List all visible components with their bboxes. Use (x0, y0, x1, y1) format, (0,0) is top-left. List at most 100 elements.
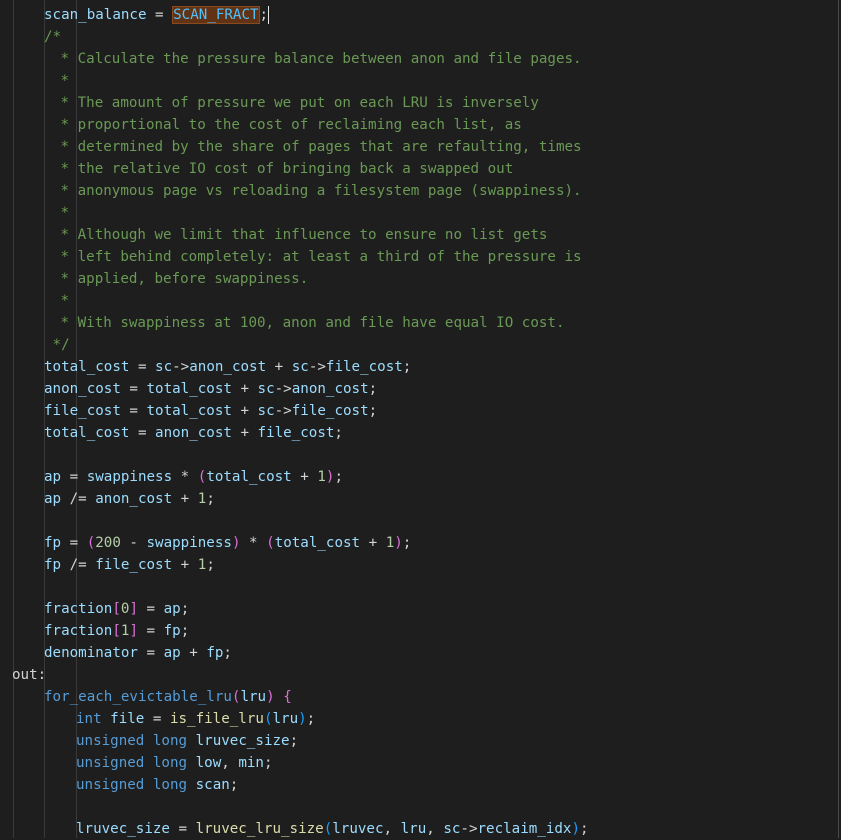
code-token: + (291, 469, 318, 485)
code-token: total_cost (146, 381, 232, 397)
code-token: total_cost (146, 403, 232, 419)
code-token: ; (259, 7, 269, 23)
code-token: + (231, 381, 258, 397)
code-line[interactable]: * proportional to the cost of reclaiming… (52, 114, 522, 136)
code-token: lruvec (332, 821, 384, 837)
code-token: ] (129, 601, 138, 617)
code-token: -> (274, 381, 292, 397)
code-token: ap (44, 469, 62, 485)
code-line[interactable]: */ (44, 334, 70, 356)
code-line[interactable]: * (52, 70, 70, 92)
code-token: anon_cost (155, 425, 232, 441)
code-token: scan_balance (44, 7, 147, 23)
code-token: sc (291, 359, 309, 375)
code-token: ) (394, 535, 403, 551)
code-token: anon_cost (44, 381, 121, 397)
code-token: lruvec_size (195, 733, 290, 749)
code-token: = (61, 535, 87, 551)
code-token: SCAN_FRACT (172, 6, 260, 24)
code-line[interactable]: * (52, 290, 70, 312)
code-token: min (238, 755, 264, 771)
code-line[interactable]: * applied, before swappiness. (52, 268, 309, 290)
code-token: sc (257, 381, 275, 397)
code-token: , (383, 821, 401, 837)
code-comment: * (52, 205, 70, 221)
code-line[interactable]: * left behind completely: at least a thi… (52, 246, 582, 268)
code-line[interactable]: unsigned long scan; (76, 774, 238, 796)
code-token: { (283, 689, 292, 705)
code-token: low (195, 755, 222, 771)
code-token: = (144, 711, 170, 727)
code-line[interactable]: total_cost = anon_cost + file_cost; (44, 422, 343, 444)
code-line[interactable]: lruvec_size = lruvec_lru_size(lruvec, lr… (76, 818, 589, 840)
code-line[interactable]: ap /= anon_cost + 1; (44, 488, 215, 510)
code-line[interactable]: anon_cost = total_cost + sc->anon_cost; (44, 378, 377, 400)
code-editor[interactable]: scan_balance = SCAN_FRACT; /* * Calculate… (0, 0, 841, 838)
code-line[interactable]: /* (44, 26, 61, 48)
code-token: file_cost (291, 403, 369, 419)
code-line[interactable]: * Although we limit that influence to en… (52, 224, 548, 246)
code-line[interactable]: total_cost = sc->anon_cost + sc->file_co… (44, 356, 411, 378)
code-token: /= (61, 491, 96, 507)
code-token: total_cost (44, 425, 130, 441)
code-line[interactable]: unsigned long lruvec_size; (76, 730, 298, 752)
code-line[interactable]: * With swappiness at 100, anon and file … (52, 312, 565, 334)
code-line[interactable]: file_cost = total_cost + sc->file_cost; (44, 400, 377, 422)
code-line[interactable]: unsigned long low, min; (76, 752, 273, 774)
code-token: ap (163, 645, 181, 661)
code-token: ; (229, 777, 239, 793)
code-token: = (137, 645, 164, 661)
code-token: fp (163, 623, 181, 639)
code-token: ; (206, 557, 215, 573)
code-token: ( (323, 821, 333, 837)
code-line[interactable]: ap = swappiness * (total_cost + 1); (44, 466, 343, 488)
code-line[interactable]: fp /= file_cost + 1; (44, 554, 215, 576)
code-line[interactable]: fraction[0] = ap; (44, 598, 189, 620)
code-line[interactable]: denominator = ap + fp; (44, 642, 232, 664)
editor-ruler (838, 0, 839, 838)
code-line[interactable]: fp = (200 - swappiness) * (total_cost + … (44, 532, 411, 554)
code-token: ( (86, 535, 96, 551)
code-line[interactable]: * the relative IO cost of bringing back … (52, 158, 514, 180)
code-token: : (37, 667, 47, 683)
code-line[interactable]: fraction[1] = fp; (44, 620, 189, 642)
code-token: ; (580, 821, 589, 837)
code-token: unsigned (76, 777, 145, 793)
code-token: file_cost (325, 359, 403, 375)
text-cursor (268, 6, 270, 24)
code-line[interactable]: scan_balance = SCAN_FRACT; (44, 4, 270, 26)
code-token: [ (112, 623, 121, 639)
code-token: file (110, 711, 145, 727)
code-line[interactable]: * anonymous page vs reloading a filesyst… (52, 180, 582, 202)
code-token: unsigned (76, 733, 145, 749)
code-token: = (146, 7, 173, 23)
code-line[interactable]: for_each_evictable_lru(lru) { (44, 686, 292, 708)
code-line[interactable]: * (52, 202, 70, 224)
code-comment: * The amount of pressure we put on each … (52, 95, 539, 111)
code-token: int (76, 711, 102, 727)
code-comment: * (52, 293, 70, 309)
code-token: total_cost (274, 535, 361, 551)
code-comment: * proportional to the cost of reclaiming… (52, 117, 522, 133)
code-line[interactable]: out: (12, 664, 46, 686)
code-token: fp (206, 645, 224, 661)
code-token: + (360, 535, 386, 551)
code-token: scan (195, 777, 230, 793)
code-token: for_each_evictable_lru (44, 689, 232, 705)
code-line[interactable]: * determined by the share of pages that … (52, 136, 582, 158)
code-token: sc (443, 821, 461, 837)
code-token: * (172, 469, 198, 485)
code-token: swappiness (146, 535, 232, 551)
code-line[interactable]: int file = is_file_lru(lru); (76, 708, 315, 730)
code-token: sc (155, 359, 173, 375)
code-line[interactable]: * Calculate the pressure balance between… (52, 48, 582, 70)
code-line[interactable]: * The amount of pressure we put on each … (52, 92, 539, 114)
code-token: fraction (44, 601, 113, 617)
code-token: /= (61, 557, 96, 573)
